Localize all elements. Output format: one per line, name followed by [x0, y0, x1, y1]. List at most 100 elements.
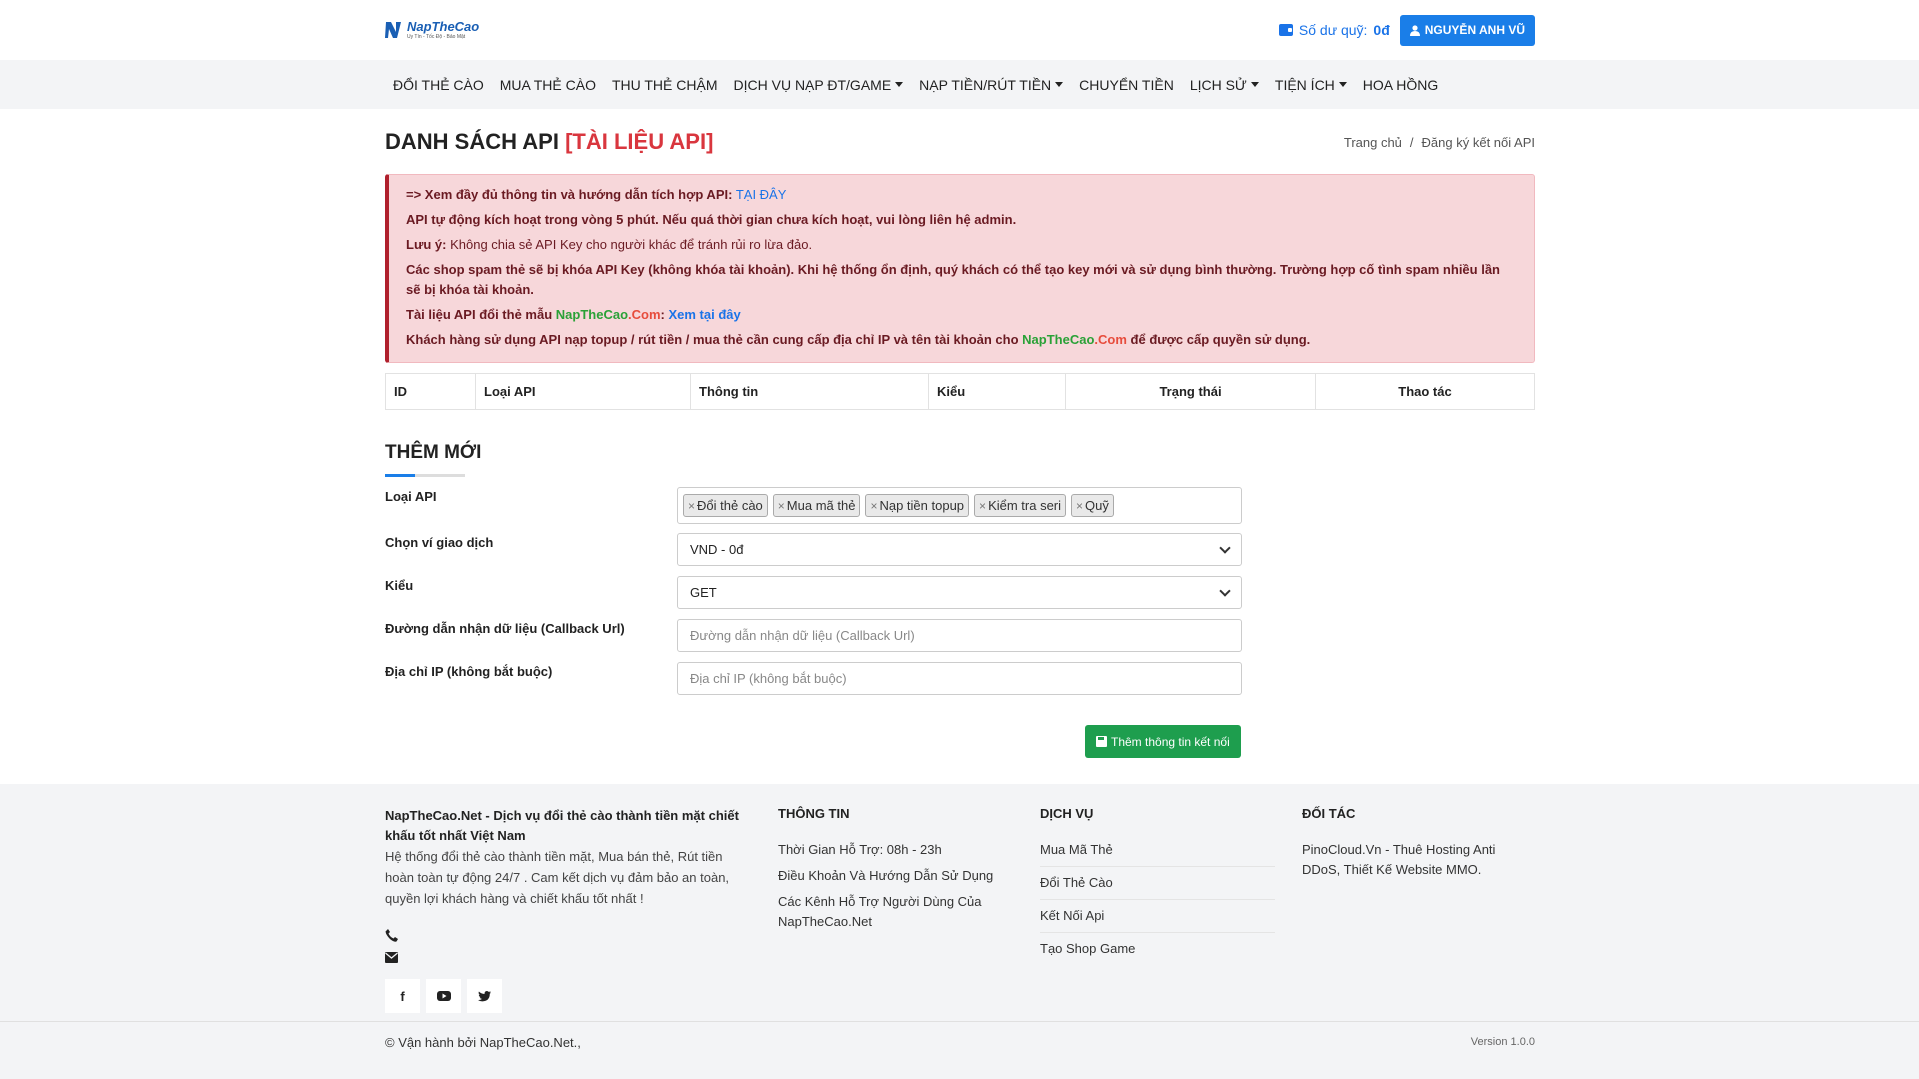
caret-down-icon	[895, 82, 904, 87]
th-info: Thông tin	[690, 373, 929, 410]
remove-tag-icon[interactable]: ×	[1076, 499, 1083, 513]
page-title: DANH SÁCH API [TÀI LIỆU API]	[385, 129, 713, 155]
page-title-text: DANH SÁCH API	[385, 129, 559, 154]
add-connection-label: Thêm thông tin kết nối	[1111, 734, 1230, 749]
brand-name-a: NapTheCao	[555, 307, 629, 322]
footer-partners-title: ĐỐI TÁC	[1302, 806, 1356, 821]
logo-name: NapTheCao	[407, 19, 480, 34]
api-docs-link[interactable]: [TÀI LIỆU API]	[565, 129, 713, 154]
footer-partner-link[interactable]: PinoCloud.Vn - Thuê Hosting Anti DDoS, T…	[1302, 838, 1517, 884]
add-connection-button[interactable]: Thêm thông tin kết nối	[1085, 725, 1241, 758]
phone-icon	[385, 929, 398, 942]
alert-line2: API tự động kích hoạt trong vòng 5 phút.…	[406, 212, 1017, 227]
caret-down-icon	[1055, 82, 1064, 87]
balance-label: Số dư quỹ:	[1298, 22, 1368, 38]
footer-support-channels-link[interactable]: Các Kênh Hỗ Trợ Người Dùng Của NapTheCao…	[778, 890, 1008, 936]
chevron-down-icon	[1219, 541, 1231, 554]
api-type-tag-label: Quỹ	[1085, 498, 1109, 513]
nav-item-8[interactable]: HOA HỒNG	[1355, 77, 1446, 93]
footer-terms-link[interactable]: Điều Khoản Và Hướng Dẫn Sử Dụng	[778, 864, 1040, 890]
nav-item-label: ĐỔI THẺ CÀO	[393, 76, 484, 93]
save-icon	[1096, 736, 1107, 747]
chevron-down-icon	[1219, 584, 1231, 597]
wallet-icon	[1278, 24, 1293, 36]
th-api-type: Loại API	[475, 373, 691, 410]
footer-exchange-card-link[interactable]: Đổi Thẻ Cào	[1040, 871, 1275, 900]
footer-info-title: THÔNG TIN	[778, 806, 850, 821]
nav-item-0[interactable]: ĐỔI THẺ CÀO	[385, 77, 492, 93]
footer-support-hours[interactable]: Thời Gian Hỗ Trợ: 08h - 23h	[778, 838, 1040, 864]
footer-buy-card-link[interactable]: Mua Mã Thẻ	[1040, 838, 1275, 867]
info-alert: => Xem đầy đủ thông tin và hướng dẫn tíc…	[385, 174, 1535, 363]
th-method: Kiểu	[928, 373, 1066, 410]
footer-services-title: DỊCH VỤ	[1040, 806, 1094, 821]
alert-note-label: Lưu ý:	[406, 237, 447, 252]
api-type-tag: × Quỹ	[1071, 494, 1114, 517]
caret-down-icon	[1250, 82, 1259, 87]
nav-item-label: HOA HỒNG	[1362, 76, 1439, 93]
logo-tagline: Uy Tín - Tốc Độ - Bảo Mật	[407, 34, 466, 40]
method-select[interactable]: GET	[677, 576, 1242, 609]
remove-tag-icon[interactable]: ×	[778, 499, 785, 513]
remove-tag-icon[interactable]: ×	[870, 499, 877, 513]
api-type-label: Loại API	[385, 489, 437, 504]
copyright: © Vận hành bởi NapTheCao.Net.,	[385, 1034, 581, 1050]
nav-item-4[interactable]: NẠP TIỀN/RÚT TIỀN	[911, 77, 1071, 93]
alert-line6-tail: để được cấp quyền sử dụng.	[1130, 332, 1311, 347]
nav-item-3[interactable]: DỊCH VỤ NẠP ĐT/GAME	[726, 77, 912, 93]
footer-services: DỊCH VỤ Mua Mã Thẻ Đổi Thẻ Cào Kết Nối A…	[1040, 806, 1302, 1013]
nav-item-label: NẠP TIỀN/RÚT TIỀN	[919, 76, 1052, 93]
nav-item-label: TIỆN ÍCH	[1274, 76, 1335, 93]
nav-item-label: THU THẺ CHẬM	[611, 76, 718, 93]
balance-value: 0đ	[1373, 22, 1390, 38]
footer-bottom: © Vận hành bởi NapTheCao.Net., Version 1…	[0, 1021, 1919, 1061]
ip-address-input[interactable]: Địa chỉ IP (không bắt buộc)	[677, 662, 1242, 695]
nav-item-6[interactable]: LỊCH SỬ	[1182, 77, 1267, 93]
user-name: NGUYỄN ANH VŨ	[1424, 23, 1525, 37]
brand-name-b: .Com	[1094, 332, 1127, 347]
footer-info: THÔNG TIN Thời Gian Hỗ Trợ: 08h - 23h Đi…	[778, 806, 1040, 1013]
footer-api-link[interactable]: Kết Nối Api	[1040, 904, 1275, 933]
api-guide-link[interactable]: TẠI ĐÂY	[736, 187, 787, 202]
breadcrumb: Trang chủ / Đăng ký kết nối API	[1344, 135, 1535, 150]
nav-item-1[interactable]: MUA THẺ CÀO	[492, 77, 604, 93]
footer-about-desc: Hệ thống đổi thẻ cào thành tiền mặt, Mua…	[385, 849, 730, 906]
ip-label: Địa chỉ IP (không bắt buộc)	[385, 664, 553, 679]
api-type-tag: × Mua mã thẻ	[772, 494, 861, 517]
nav-item-2[interactable]: THU THẺ CHẬM	[604, 77, 726, 93]
nav-item-5[interactable]: CHUYỂN TIỀN	[1071, 77, 1182, 93]
footer-about: NapTheCao.Net - Dịch vụ đổi thẻ cào thàn…	[385, 806, 778, 1013]
twitter-icon[interactable]	[467, 979, 502, 1013]
sample-doc-link[interactable]: Xem tại đây	[668, 307, 740, 322]
youtube-icon[interactable]	[426, 979, 461, 1013]
nav-item-label: DỊCH VỤ NẠP ĐT/GAME	[733, 76, 892, 93]
site-logo[interactable]: NapTheCao Uy Tín - Tốc Độ - Bảo Mật	[385, 20, 479, 40]
footer-partners: ĐỐI TÁC PinoCloud.Vn - Thuê Hosting Anti…	[1302, 806, 1535, 1013]
brand-name-a: NapTheCao	[1022, 332, 1095, 347]
api-type-multiselect[interactable]: × Đổi thẻ cào × Mua mã thẻ × Nạp tiền topup × K…	[677, 487, 1242, 524]
alert-line5: Tài liệu API đổi thẻ mẫu	[406, 307, 553, 322]
callback-placeholder: Đường dẫn nhận dữ liệu (Callback Url)	[690, 628, 915, 643]
site-footer: NapTheCao.Net - Dịch vụ đổi thẻ cào thàn…	[0, 784, 1919, 1079]
method-label: Kiểu	[385, 578, 414, 593]
user-menu-button[interactable]: NGUYỄN ANH VŨ	[1399, 14, 1535, 46]
nav-item-7[interactable]: TIỆN ÍCH	[1267, 77, 1355, 93]
api-type-tag-label: Đổi thẻ cào	[697, 498, 763, 513]
api-type-tag: × Nạp tiền topup	[865, 494, 970, 517]
callback-url-input[interactable]: Đường dẫn nhận dữ liệu (Callback Url)	[677, 619, 1242, 652]
api-type-tag: × Kiểm tra seri	[974, 494, 1067, 517]
breadcrumb-home[interactable]: Trang chủ	[1344, 135, 1402, 150]
footer-about-title: NapTheCao.Net - Dịch vụ đổi thẻ cào thàn…	[385, 808, 739, 843]
th-actions: Thao tác	[1315, 373, 1535, 410]
remove-tag-icon[interactable]: ×	[979, 499, 986, 513]
remove-tag-icon[interactable]: ×	[688, 499, 695, 513]
breadcrumb-current: Đăng ký kết nối API	[1421, 134, 1535, 150]
user-icon	[1409, 24, 1420, 36]
api-type-tag: × Đổi thẻ cào	[683, 494, 768, 517]
logo-icon	[385, 22, 401, 38]
wallet-label: Chọn ví giao dịch	[385, 535, 494, 550]
wallet-select[interactable]: VND - 0đ	[677, 533, 1242, 566]
footer-game-shop-link[interactable]: Tạo Shop Game	[1040, 937, 1275, 965]
facebook-icon[interactable]: f	[385, 979, 420, 1013]
alert-line4: Các shop spam thẻ sẽ bị khóa API Key (kh…	[406, 262, 1500, 297]
